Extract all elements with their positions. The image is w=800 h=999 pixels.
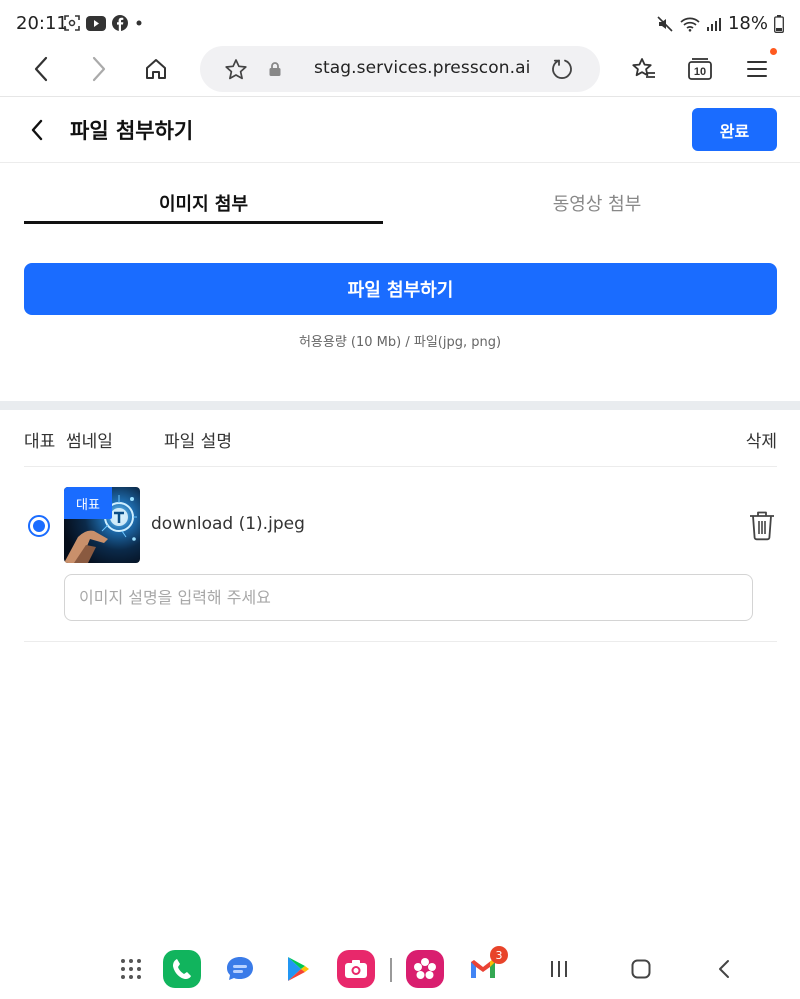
radio-selected-dot xyxy=(33,520,45,532)
tab-image-attach[interactable]: 이미지 첨부 xyxy=(24,190,383,224)
notification-dot xyxy=(770,48,777,55)
divider xyxy=(24,466,777,467)
back-chevron-icon xyxy=(719,960,729,978)
status-bar: 20:11 18% xyxy=(0,0,800,48)
reload-icon[interactable] xyxy=(550,57,574,81)
home-square-icon xyxy=(631,959,651,979)
attach-file-button[interactable]: 파일 첨부하기 xyxy=(24,263,777,315)
app-drawer-icon xyxy=(121,959,141,979)
camera-icon xyxy=(345,960,367,978)
column-header-thumbnail: 썸네일 xyxy=(66,432,113,452)
facebook-icon xyxy=(112,15,128,31)
file-name: download (1).jpeg xyxy=(151,514,305,534)
youtube-icon xyxy=(86,15,106,31)
bookmark-star-icon[interactable] xyxy=(224,58,248,81)
mute-icon xyxy=(656,15,674,33)
phone-icon xyxy=(173,959,191,979)
file-thumbnail: 대표 xyxy=(64,487,140,563)
play-store-app[interactable] xyxy=(279,950,317,988)
representative-badge: 대표 xyxy=(64,487,112,519)
home-icon xyxy=(146,59,166,79)
tab-count: 10 xyxy=(694,66,706,78)
recent-apps-icon xyxy=(551,961,567,977)
chevron-left-icon xyxy=(34,56,48,82)
dock-separator xyxy=(390,958,392,982)
status-time: 20:11 xyxy=(16,13,68,34)
gallery-flower-icon xyxy=(414,958,436,979)
home-button[interactable] xyxy=(622,950,660,988)
hamburger-menu-icon xyxy=(747,61,767,77)
messages-icon xyxy=(227,957,253,980)
image-description-input[interactable] xyxy=(64,574,753,621)
recent-apps-button[interactable] xyxy=(540,950,578,988)
battery-icon xyxy=(774,14,784,33)
signal-icon xyxy=(706,16,722,32)
browser-home-button[interactable] xyxy=(134,44,178,94)
gmail-badge-count: 3 xyxy=(490,946,508,964)
lock-icon xyxy=(268,61,282,77)
wifi-icon xyxy=(680,16,700,32)
chevron-left-icon xyxy=(31,119,43,141)
app-drawer-button[interactable] xyxy=(112,950,150,988)
tab-video-attach[interactable]: 동영상 첨부 xyxy=(417,190,777,224)
browser-toolbar: stag.services.presscon.ai 10 xyxy=(0,44,800,94)
back-button[interactable] xyxy=(22,115,52,145)
gmail-app[interactable]: 3 xyxy=(464,946,508,988)
notification-dot-icon xyxy=(134,18,144,28)
representative-radio[interactable] xyxy=(28,515,50,537)
page-header: 파일 첨부하기 완료 xyxy=(0,97,800,163)
browser-menu-button[interactable] xyxy=(735,44,779,94)
browser-back-button[interactable] xyxy=(19,44,63,94)
bookmarks-star-list-icon xyxy=(632,58,655,78)
section-divider xyxy=(0,401,800,410)
divider xyxy=(24,641,777,642)
chevron-right-icon xyxy=(92,56,106,82)
battery-label: 18% xyxy=(727,13,768,34)
back-nav-button[interactable] xyxy=(705,950,743,988)
column-header-representative: 대표 xyxy=(24,432,56,452)
android-nav-bar: 3 xyxy=(0,940,800,999)
bookmarks-button[interactable] xyxy=(622,44,666,94)
capacity-note: 허용용량 (10 Mb) / 파일(jpg, png) xyxy=(298,335,502,350)
browser-forward-button[interactable] xyxy=(77,44,121,94)
column-header-description: 파일 설명 xyxy=(164,432,232,452)
delete-file-button[interactable] xyxy=(747,509,777,541)
page-title: 파일 첨부하기 xyxy=(70,119,194,143)
tabs-icon: 10 xyxy=(688,58,712,80)
gallery-app[interactable] xyxy=(406,950,444,988)
done-button[interactable]: 완료 xyxy=(692,108,777,151)
trash-icon xyxy=(750,511,774,541)
messages-app[interactable] xyxy=(221,950,259,988)
play-store-icon xyxy=(288,957,309,981)
column-header-delete: 삭제 xyxy=(745,432,777,452)
phone-app[interactable] xyxy=(163,950,201,988)
tabs-button[interactable]: 10 xyxy=(678,44,722,94)
address-bar[interactable]: stag.services.presscon.ai xyxy=(200,46,600,92)
screen-record-icon xyxy=(64,15,80,31)
camera-app[interactable] xyxy=(337,950,375,988)
url-text: stag.services.presscon.ai xyxy=(314,58,531,78)
